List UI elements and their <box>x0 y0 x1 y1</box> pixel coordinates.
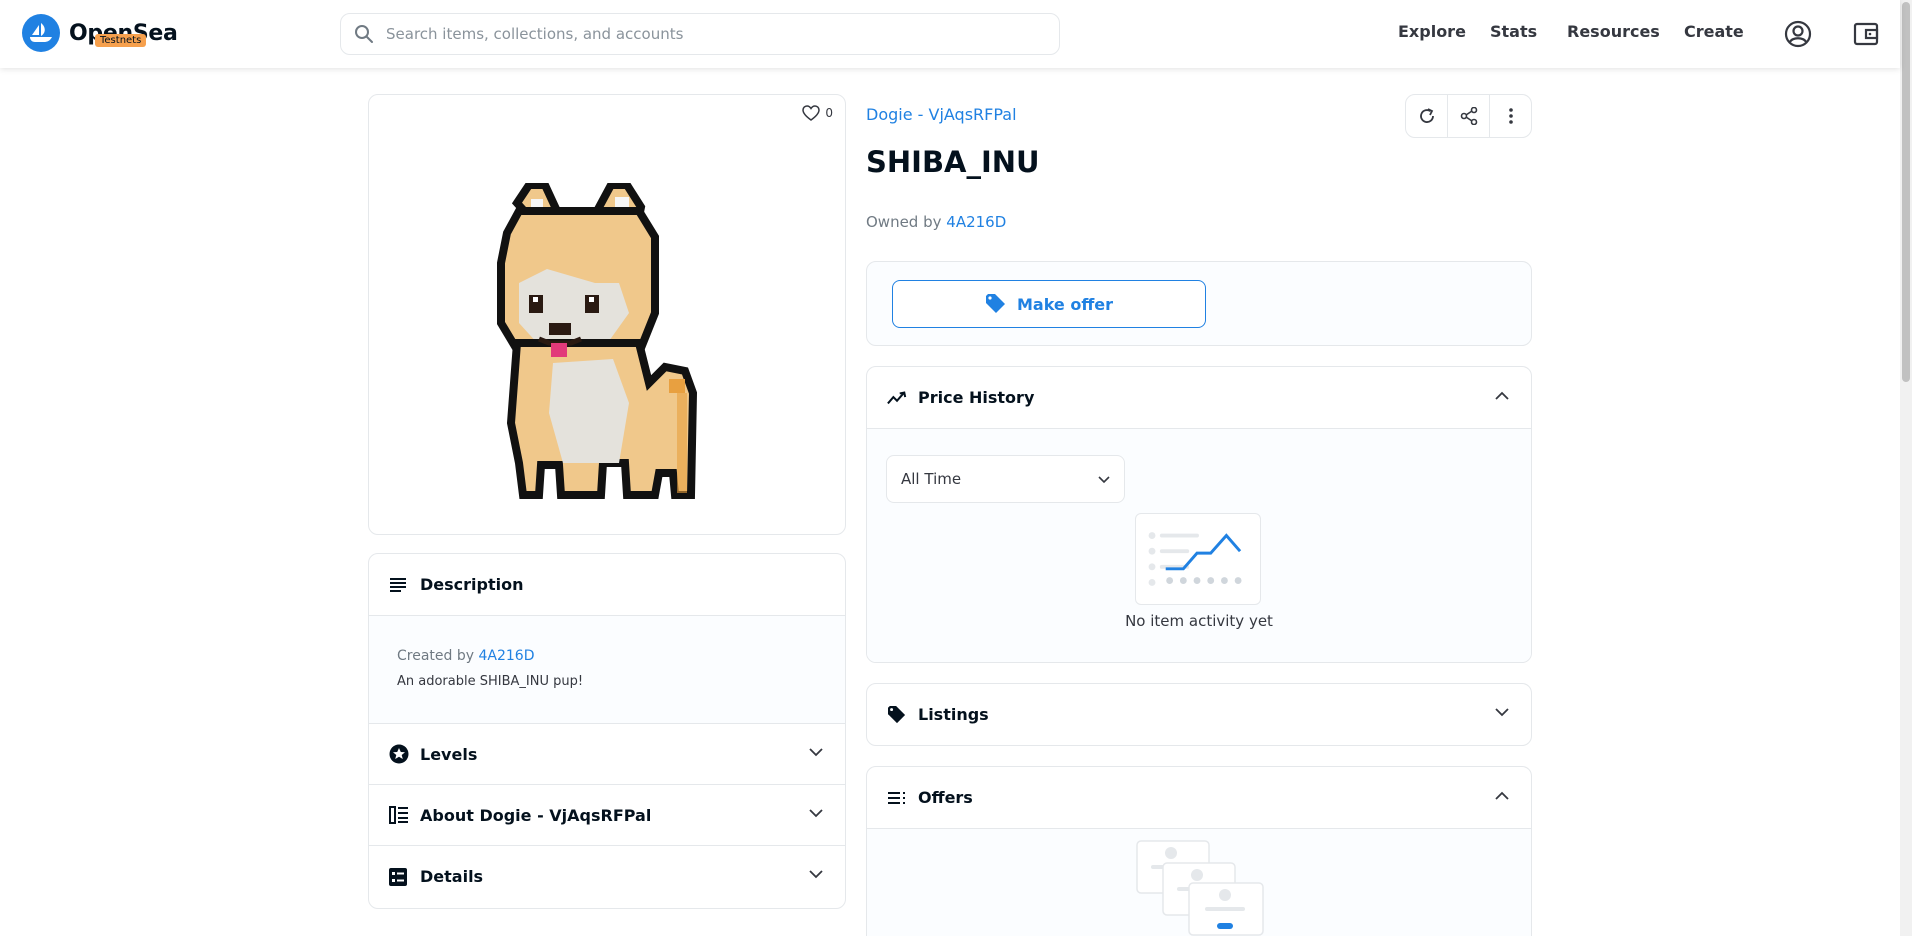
more-options-button[interactable] <box>1490 95 1531 137</box>
wallet-icon[interactable] <box>1851 19 1881 49</box>
favorite-button[interactable]: 0 <box>802 105 833 121</box>
more-vertical-icon <box>1508 108 1513 124</box>
share-icon <box>1460 107 1477 125</box>
tag-icon <box>887 705 907 725</box>
chevron-down-icon <box>809 748 823 757</box>
chevron-down-icon <box>809 870 823 879</box>
details-icon <box>389 867 409 887</box>
favorite-count: 0 <box>825 106 833 120</box>
refresh-button[interactable] <box>1406 95 1448 137</box>
search-input[interactable] <box>386 25 1026 43</box>
empty-offers-illustration <box>1136 840 1264 936</box>
star-badge-icon <box>389 744 409 764</box>
owned-by: Owned by 4A216D <box>866 213 1006 231</box>
owned-by-label: Owned by <box>866 213 942 231</box>
top-nav: OpenSea Testnets Explore Stats Resources… <box>0 0 1900 68</box>
levels-accordion[interactable]: Levels <box>369 724 845 785</box>
listings-title: Listings <box>918 705 989 724</box>
page-scrollbar[interactable] <box>1900 0 1912 936</box>
make-offer-button[interactable]: Make offer <box>892 280 1206 328</box>
listings-header[interactable]: Listings <box>867 684 1531 745</box>
time-filter-value: All Time <box>901 470 962 488</box>
no-activity-text: No item activity yet <box>1125 612 1273 630</box>
tag-icon <box>985 294 1005 313</box>
about-list-icon <box>389 805 409 825</box>
item-actions <box>1405 94 1532 138</box>
opensea-ship-icon <box>22 14 60 52</box>
chevron-down-icon <box>1098 476 1110 484</box>
scrollbar-thumb[interactable] <box>1902 2 1910 382</box>
details-title: Details <box>420 867 484 886</box>
nav-explore[interactable]: Explore <box>1398 22 1466 41</box>
levels-title: Levels <box>420 744 478 764</box>
description-header[interactable]: Description <box>369 554 845 616</box>
make-offer-label: Make offer <box>1016 294 1114 314</box>
offers-body <box>867 829 1531 936</box>
nav-resources[interactable]: Resources <box>1567 22 1660 41</box>
listings-panel: Listings <box>866 683 1532 746</box>
chevron-up-icon <box>1495 391 1509 400</box>
offers-header[interactable]: Offers <box>867 767 1531 829</box>
refresh-icon <box>1419 108 1434 123</box>
chevron-up-icon <box>1495 791 1509 800</box>
description-title: Description <box>420 575 524 594</box>
account-icon[interactable] <box>1783 19 1813 49</box>
created-by: Created by 4A216D <box>397 648 817 664</box>
about-collection-accordion[interactable]: About Dogie - VjAqsRFPal <box>369 785 845 846</box>
price-history-title: Price History <box>918 388 1035 407</box>
testnets-badge: Testnets <box>95 34 147 47</box>
created-by-label: Created by <box>397 648 475 664</box>
about-collection-title: About Dogie - VjAqsRFPal <box>420 805 652 825</box>
description-body: Created by 4A216D An adorable SHIBA_INU … <box>369 616 845 724</box>
nav-create[interactable]: Create <box>1684 22 1744 41</box>
price-history-panel: Price History All Time No item activity … <box>866 366 1532 663</box>
price-history-body: All Time No item activity yet <box>867 429 1531 662</box>
details-accordion[interactable]: Details <box>369 846 845 907</box>
offers-panel: Offers <box>866 766 1532 936</box>
nft-image-card: 0 <box>368 94 846 535</box>
item-title: SHIBA_INU <box>866 145 1040 179</box>
owner-link[interactable]: 4A216D <box>946 213 1006 231</box>
trending-icon <box>887 388 907 408</box>
share-button[interactable] <box>1448 95 1490 137</box>
shiba-inu-pixel-art <box>497 183 698 499</box>
nav-stats[interactable]: Stats <box>1490 22 1537 41</box>
chevron-down-icon <box>1495 708 1509 717</box>
price-history-header[interactable]: Price History <box>867 367 1531 429</box>
chevron-down-icon <box>809 809 823 818</box>
time-filter-select[interactable]: All Time <box>886 455 1125 503</box>
heart-icon <box>802 105 821 121</box>
description-panel: Description Created by 4A216D An adorabl… <box>368 553 846 909</box>
offers-title: Offers <box>918 788 973 807</box>
search-bar <box>340 13 1060 55</box>
collection-link[interactable]: Dogie - VjAqsRFPal <box>866 105 1017 124</box>
creator-link[interactable]: 4A216D <box>478 648 534 664</box>
search-icon <box>355 25 373 43</box>
description-text: An adorable SHIBA_INU pup! <box>397 674 584 689</box>
offers-list-icon <box>887 788 907 808</box>
description-lines-icon <box>389 575 409 595</box>
offer-panel: Make offer <box>866 261 1532 346</box>
empty-chart-illustration <box>1135 513 1261 605</box>
